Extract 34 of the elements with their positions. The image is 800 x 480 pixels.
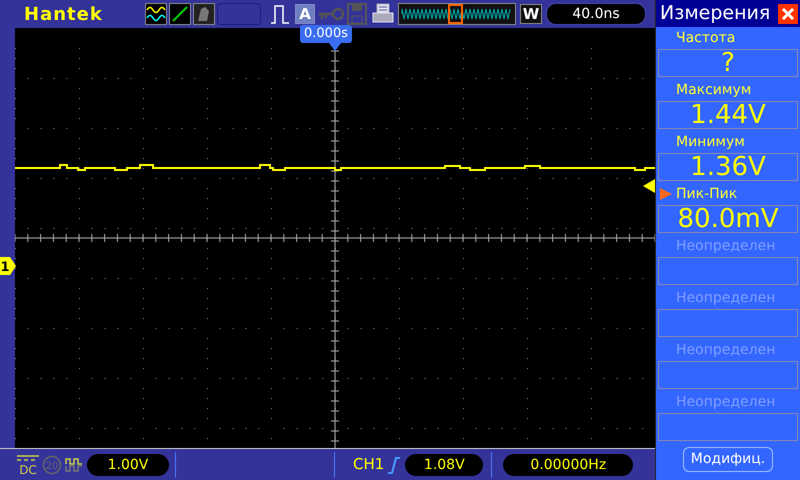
coupling-indicator: DC: [16, 454, 40, 476]
modify-button[interactable]: Модифиц.: [683, 447, 773, 472]
rising-edge-icon: [387, 456, 402, 474]
pulse-icon[interactable]: [269, 3, 291, 25]
measurement-label[interactable]: Минимум: [656, 131, 800, 153]
acquire-mode-button[interactable]: A: [295, 4, 315, 24]
wave-icon[interactable]: [145, 3, 167, 25]
printer-icon[interactable]: [372, 3, 394, 25]
trigger-level-readout: 1.08V: [405, 454, 484, 476]
zoom-button[interactable]: W: [520, 4, 542, 24]
channel-marker[interactable]: 1: [0, 257, 16, 275]
frequency-readout: 0.00000Hz: [503, 454, 634, 476]
measurement-label[interactable]: Пик-Пик: [656, 183, 800, 205]
floppy-icon: [347, 3, 367, 25]
trigger-source-label: CH1: [353, 454, 384, 476]
measurement-label[interactable]: Максимум: [656, 79, 800, 101]
measurement-value: ?: [658, 49, 798, 77]
close-button[interactable]: [778, 4, 798, 24]
key-icon: [318, 7, 344, 21]
persistence-icon[interactable]: [193, 3, 215, 25]
measurement-value: 80.0mV: [658, 205, 798, 233]
measurement-value: 1.36V: [658, 153, 798, 181]
brand-logo: Hantek: [24, 2, 104, 26]
volts-per-div-readout: 1.00V: [87, 454, 169, 476]
panel-title: Измерения: [660, 1, 770, 26]
selection-arrow-icon: [660, 188, 672, 200]
close-icon: [781, 6, 795, 20]
measurement-label[interactable]: Частота: [656, 27, 800, 49]
measurement-value: 1.44V: [658, 101, 798, 129]
trigger-position-arrow-icon: [329, 43, 341, 51]
invert-wave-icon: [65, 456, 83, 472]
line-icon[interactable]: [169, 3, 191, 25]
timebase-readout: 40.0ns: [546, 3, 646, 25]
empty-slot-icon: [217, 3, 261, 25]
